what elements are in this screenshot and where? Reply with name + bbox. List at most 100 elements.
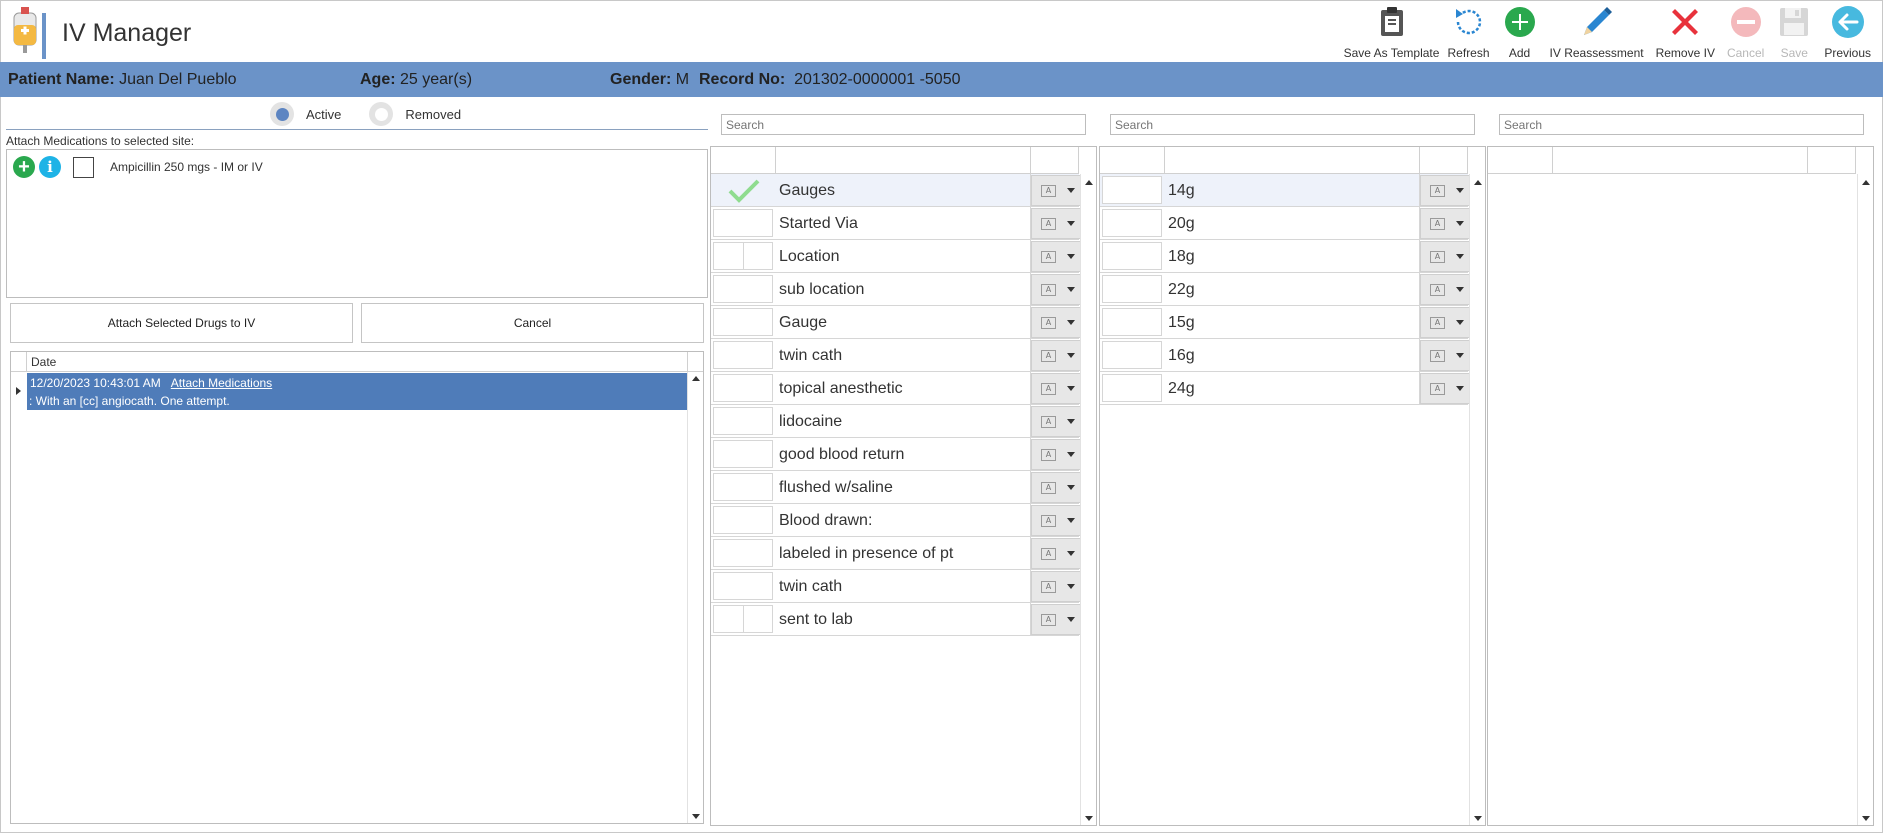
add-medication-icon[interactable]: + <box>13 156 35 178</box>
row-dropdown[interactable]: A <box>1031 208 1081 239</box>
row-label: flushed w/saline <box>779 479 893 496</box>
row-dropdown[interactable]: A <box>1031 538 1081 569</box>
grid-row[interactable]: sent to lab A <box>711 603 1081 636</box>
grid-row[interactable]: sub location A <box>711 273 1081 306</box>
medication-item: + i Ampicillin 250 mgs - IM or IV <box>13 156 263 178</box>
row-select-cell[interactable] <box>713 308 773 336</box>
grid-row[interactable]: twin cath A <box>711 339 1081 372</box>
row-dropdown[interactable]: A <box>1031 307 1081 338</box>
row-select-cell[interactable] <box>1102 308 1162 336</box>
row-select-cell[interactable] <box>1102 374 1162 402</box>
row-dropdown[interactable]: A <box>1420 340 1470 371</box>
cancel-attach-button[interactable]: Cancel <box>361 303 704 343</box>
grid-row[interactable]: 20g A <box>1100 207 1470 240</box>
row-dropdown[interactable]: A <box>1031 439 1081 470</box>
row-select-cell[interactable] <box>713 506 773 534</box>
row-select-cell[interactable] <box>1102 176 1162 204</box>
row-select-cell[interactable] <box>713 473 773 501</box>
row-dropdown[interactable]: A <box>1031 241 1081 272</box>
grid-row[interactable]: labeled in presence of pt A <box>711 537 1081 570</box>
grid-row[interactable]: 22g A <box>1100 273 1470 306</box>
grid-row[interactable]: Gauge A <box>711 306 1081 339</box>
save-button[interactable]: Save <box>1770 4 1818 60</box>
chevron-down-icon <box>1067 551 1075 556</box>
plus-circle-icon <box>1502 4 1538 40</box>
row-dropdown[interactable]: A <box>1031 505 1081 536</box>
row-dropdown[interactable]: A <box>1031 340 1081 371</box>
row-select-cell[interactable] <box>1102 341 1162 369</box>
row-dropdown[interactable]: A <box>1031 604 1081 635</box>
date-column-header[interactable]: Date <box>31 355 56 369</box>
grid-3-scrollbar[interactable] <box>1857 174 1873 825</box>
info-icon[interactable]: i <box>39 156 61 178</box>
grid-row[interactable]: 14g A <box>1100 174 1470 207</box>
row-select-cell[interactable] <box>1102 275 1162 303</box>
row-label: 16g <box>1168 347 1195 364</box>
row-select-cell[interactable] <box>713 209 773 237</box>
row-dropdown[interactable]: A <box>1420 274 1470 305</box>
row-select-cell[interactable] <box>713 374 773 402</box>
row-dropdown[interactable]: A <box>1031 274 1081 305</box>
row-dropdown[interactable]: A <box>1420 241 1470 272</box>
grid-row[interactable]: 24g A <box>1100 372 1470 405</box>
grid-row[interactable]: Gauges A <box>711 174 1081 207</box>
row-select-cell[interactable] <box>713 539 773 567</box>
row-dropdown[interactable]: A <box>1031 175 1081 206</box>
row-select-cell[interactable] <box>713 275 773 303</box>
add-button[interactable]: Add <box>1496 4 1544 60</box>
font-icon: A <box>1041 283 1056 296</box>
removed-radio[interactable] <box>369 102 394 126</box>
grid-row[interactable]: 15g A <box>1100 306 1470 339</box>
chevron-down-icon <box>1456 353 1464 358</box>
grid-row[interactable]: 16g A <box>1100 339 1470 372</box>
grid-row[interactable]: topical anesthetic A <box>711 372 1081 405</box>
medication-checkbox[interactable] <box>73 156 94 178</box>
row-dropdown[interactable]: A <box>1031 472 1081 503</box>
attach-selected-drugs-button[interactable]: Attach Selected Drugs to IV <box>10 303 353 343</box>
refresh-button[interactable]: Refresh <box>1442 4 1496 60</box>
save-as-template-button[interactable]: Save As Template <box>1342 4 1442 60</box>
option-grid-2: 14g A 20g A 18g A 22g A 15g A 16g A 24g A <box>1099 146 1486 826</box>
history-row[interactable]: 12/20/2023 10:43:01 AM Attach Medications… <box>27 373 687 410</box>
grid-1-scrollbar[interactable] <box>1080 174 1096 825</box>
search-input-1[interactable] <box>721 114 1086 135</box>
row-select-cell[interactable] <box>1102 209 1162 237</box>
iv-reassessment-button[interactable]: IV Reassessment <box>1544 4 1650 60</box>
grid-row[interactable]: lidocaine A <box>711 405 1081 438</box>
row-select-cell[interactable] <box>713 176 773 204</box>
grid-row[interactable]: Blood drawn: A <box>711 504 1081 537</box>
row-select-cell[interactable] <box>1102 242 1162 270</box>
row-select-cell[interactable] <box>713 341 773 369</box>
grid-2-header <box>1100 147 1468 174</box>
grid-row[interactable]: 18g A <box>1100 240 1470 273</box>
row-dropdown[interactable]: A <box>1420 373 1470 404</box>
chevron-down-icon <box>1456 221 1464 226</box>
row-dropdown[interactable]: A <box>1031 406 1081 437</box>
row-dropdown[interactable]: A <box>1031 373 1081 404</box>
font-icon: A <box>1041 448 1056 461</box>
row-select-cell[interactable] <box>713 407 773 435</box>
row-dropdown[interactable]: A <box>1031 571 1081 602</box>
grid-row[interactable]: Started Via A <box>711 207 1081 240</box>
row-dropdown[interactable]: A <box>1420 208 1470 239</box>
row-dropdown[interactable]: A <box>1420 175 1470 206</box>
active-radio[interactable] <box>270 102 294 126</box>
grid-row[interactable]: flushed w/saline A <box>711 471 1081 504</box>
attach-medications-link[interactable]: Attach Medications <box>171 376 272 390</box>
row-select-cell[interactable] <box>713 440 773 468</box>
row-label: 24g <box>1168 380 1195 397</box>
grid-2-scrollbar[interactable] <box>1469 174 1485 825</box>
history-scrollbar[interactable] <box>687 372 703 823</box>
row-select-cell[interactable] <box>713 572 773 600</box>
row-select-cell[interactable] <box>713 605 773 633</box>
row-select-cell[interactable] <box>713 242 773 270</box>
search-input-2[interactable] <box>1110 114 1475 135</box>
row-dropdown[interactable]: A <box>1420 307 1470 338</box>
grid-row[interactable]: good blood return A <box>711 438 1081 471</box>
search-input-3[interactable] <box>1499 114 1864 135</box>
cancel-toolbar-button[interactable]: Cancel <box>1721 4 1770 60</box>
grid-row[interactable]: twin cath A <box>711 570 1081 603</box>
remove-iv-button[interactable]: Remove IV <box>1650 4 1721 60</box>
previous-button[interactable]: Previous <box>1818 4 1877 60</box>
grid-row[interactable]: Location A <box>711 240 1081 273</box>
